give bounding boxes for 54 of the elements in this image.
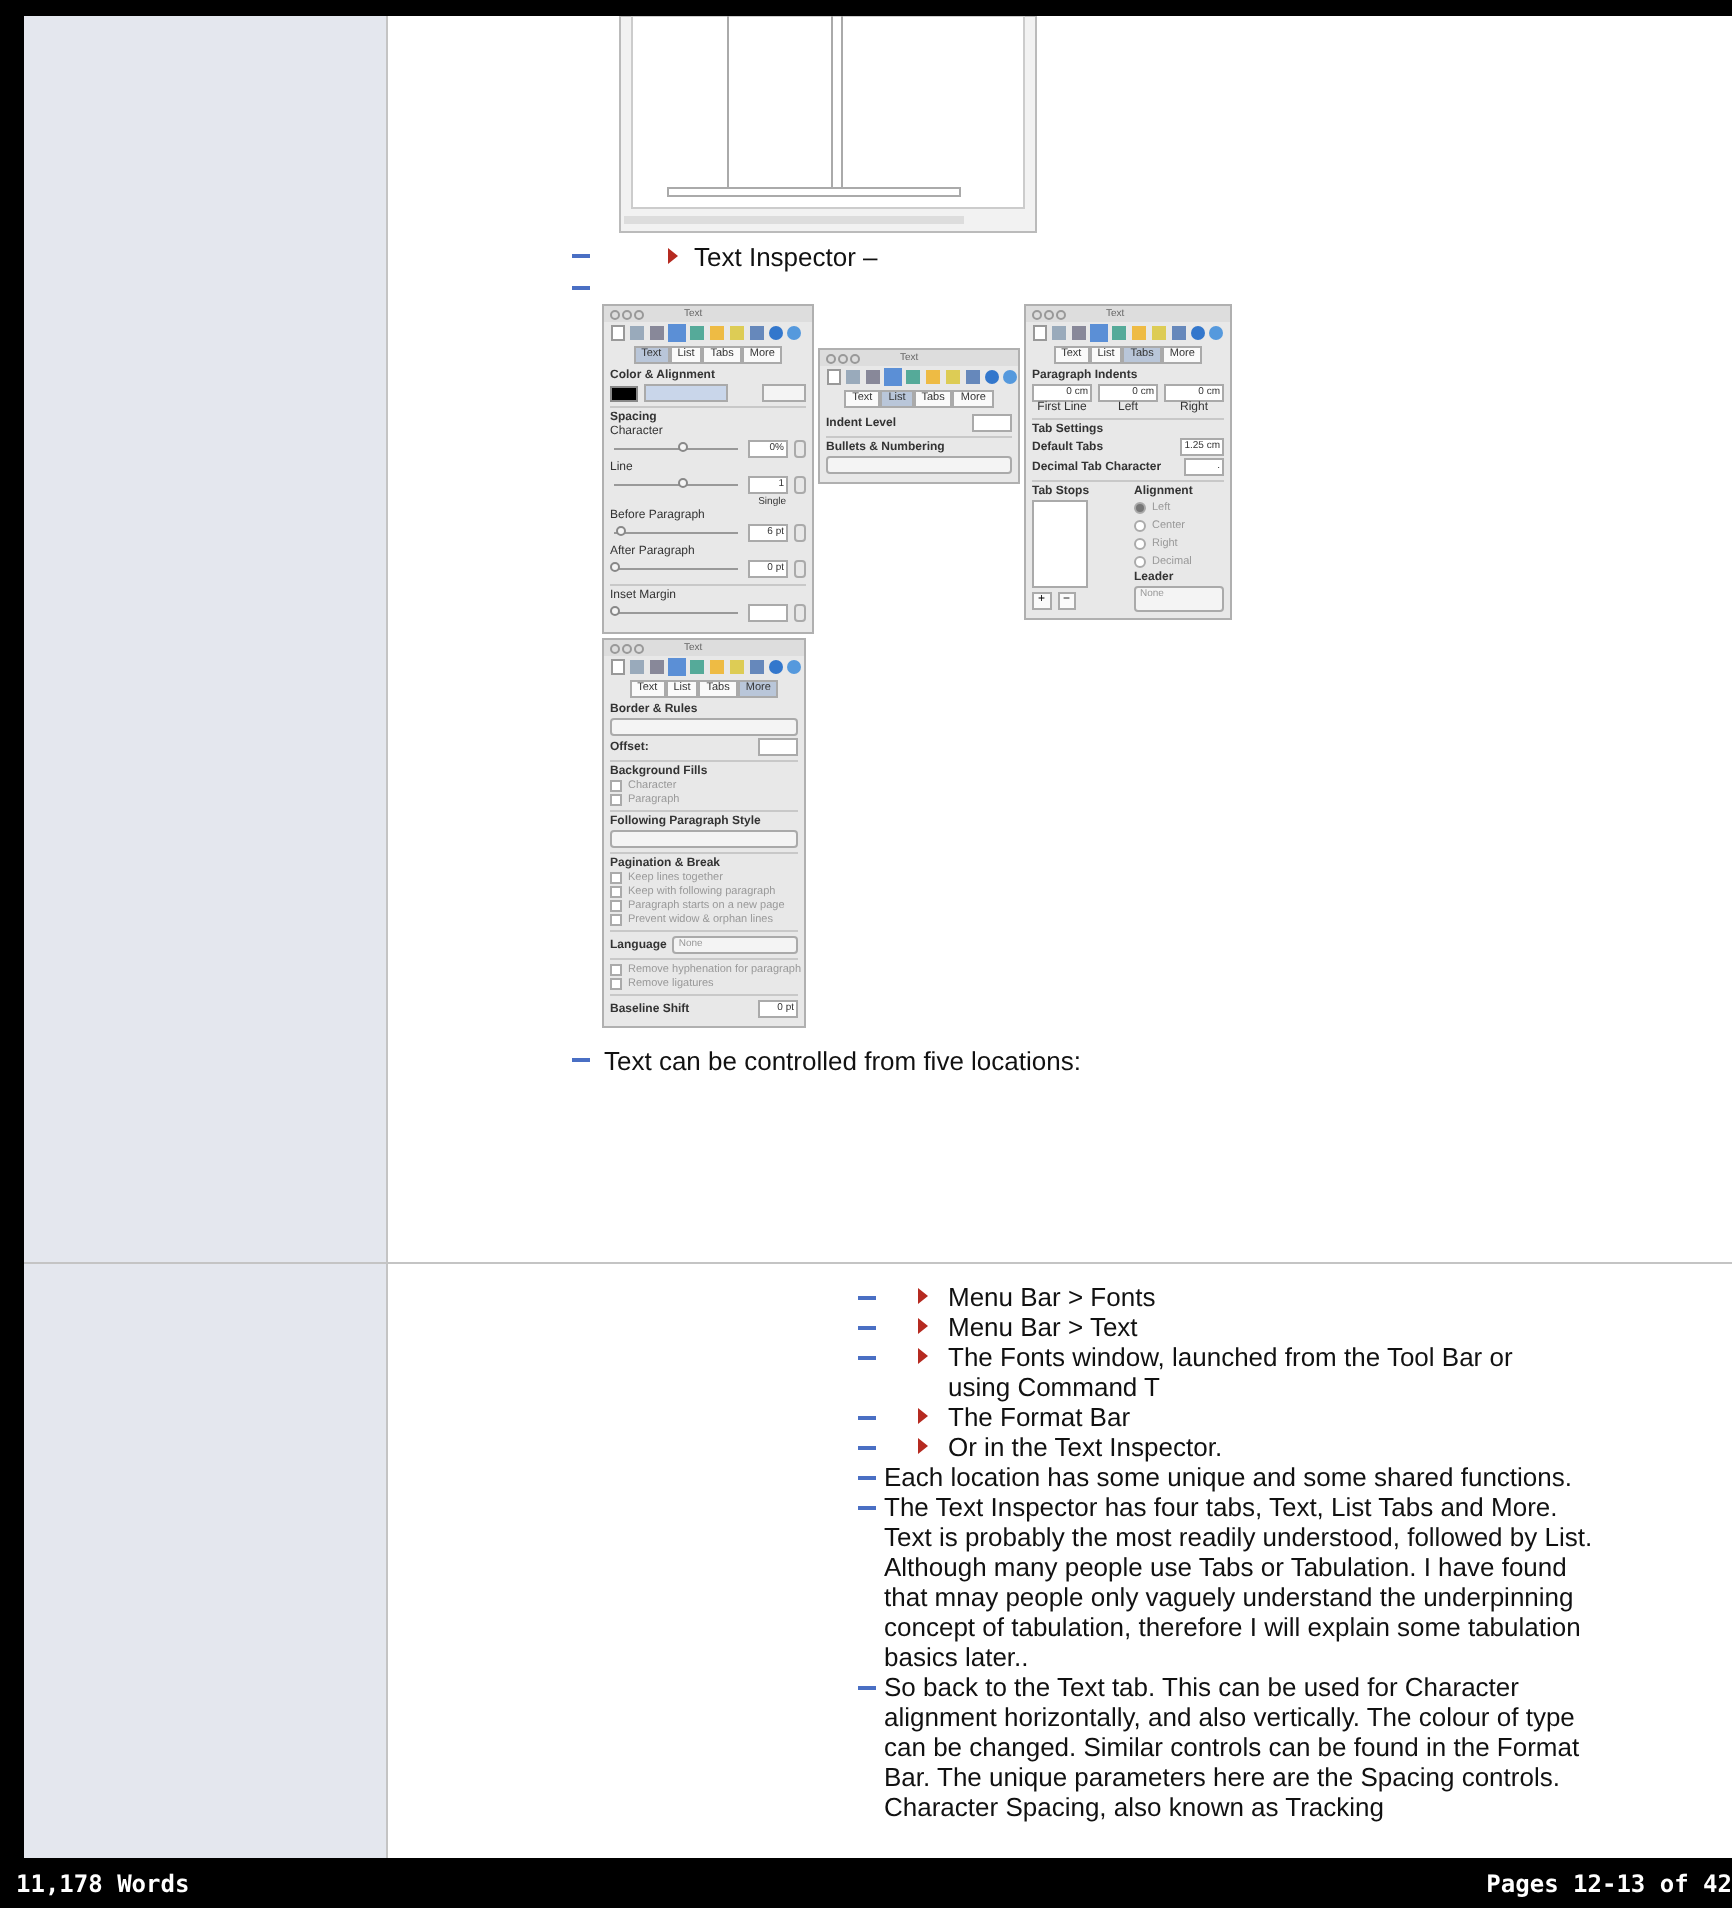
popup-menu[interactable] [610, 718, 798, 736]
window-buttons-icon [1032, 309, 1066, 319]
radio-button[interactable] [1134, 556, 1146, 568]
checkbox[interactable] [610, 886, 622, 898]
list-item-text: Menu Bar > Fonts [948, 1282, 1158, 1312]
list-item-text: Text can be controlled from five locations: [604, 1045, 1081, 1075]
radio-button[interactable] [1134, 520, 1146, 532]
bullet-dash [572, 286, 590, 290]
bullet-dash [858, 1416, 876, 1420]
checkbox[interactable] [610, 900, 622, 912]
bullet-dash [572, 1058, 590, 1062]
slider-thumb[interactable] [678, 442, 689, 452]
list-item-text: The Text Inspector has four tabs, Text, List Tabs and More. Text is probably the most readily understood, followed by List. Although many people use Tabs or Tabulation. I have found that mnay people only vaguely understand the underpinning concept of tabulation, therefore I will explain some tabulation basics later.. [884, 1492, 1595, 1672]
value-field[interactable] [758, 738, 798, 756]
list-item-text: The Fonts window, launched from the Tool Bar or using Command T [948, 1342, 1515, 1402]
bullet-dash [858, 1506, 876, 1510]
slider-thumb[interactable] [616, 526, 627, 536]
checkbox[interactable] [610, 914, 622, 926]
bullet-triangle-icon [668, 248, 678, 264]
checkbox[interactable] [610, 978, 622, 990]
bullet-dash [858, 1296, 876, 1300]
window-buttons-icon [610, 309, 644, 319]
value-field[interactable] [748, 604, 788, 622]
stepper-icon[interactable] [794, 604, 806, 622]
checkbox[interactable] [610, 794, 622, 806]
bullet-dash [858, 1356, 876, 1360]
slider-thumb[interactable] [610, 562, 620, 572]
popup-menu[interactable] [610, 830, 798, 848]
list-item-text: Each location has some unique and some shared functions. [884, 1462, 1574, 1492]
bullet-dash [858, 1476, 876, 1480]
slider-thumb[interactable] [678, 478, 689, 488]
list-item-text: Menu Bar > Text [948, 1312, 1140, 1342]
checkbox[interactable] [610, 780, 622, 792]
checkbox[interactable] [610, 872, 622, 884]
bullet-dash [858, 1686, 876, 1690]
bullet-dash [858, 1326, 876, 1330]
popup-menu[interactable] [826, 456, 1012, 474]
list-item-text: Text Inspector – [694, 241, 878, 271]
window-buttons-icon [610, 643, 644, 653]
bullet-dash [572, 254, 590, 258]
list-item-text: Or in the Text Inspector. [948, 1432, 1225, 1462]
value-field[interactable] [972, 414, 1012, 432]
list-item-text: So back to the Text tab. This can be used for Character alignment horizontally, and also vertically. The colour of type can be changed. Similar controls can be found in the Format Bar. The unique parameters here are the Spacing controls. Character Spacing, also known as Tracking [884, 1672, 1582, 1822]
bullet-dash [858, 1446, 876, 1450]
color-well[interactable] [610, 385, 638, 401]
list-item-text: The Format Bar [948, 1402, 1133, 1432]
slider-thumb[interactable] [610, 606, 620, 616]
radio-button[interactable] [1134, 538, 1146, 550]
checkbox[interactable] [610, 964, 622, 976]
tab-stops-list[interactable] [1032, 500, 1088, 588]
window-buttons-icon [826, 353, 860, 363]
page-count: Pages 12-13 of 42 [1486, 1869, 1732, 1897]
radio-button[interactable] [1134, 502, 1146, 514]
word-count: 11,178 Words [16, 1869, 190, 1897]
